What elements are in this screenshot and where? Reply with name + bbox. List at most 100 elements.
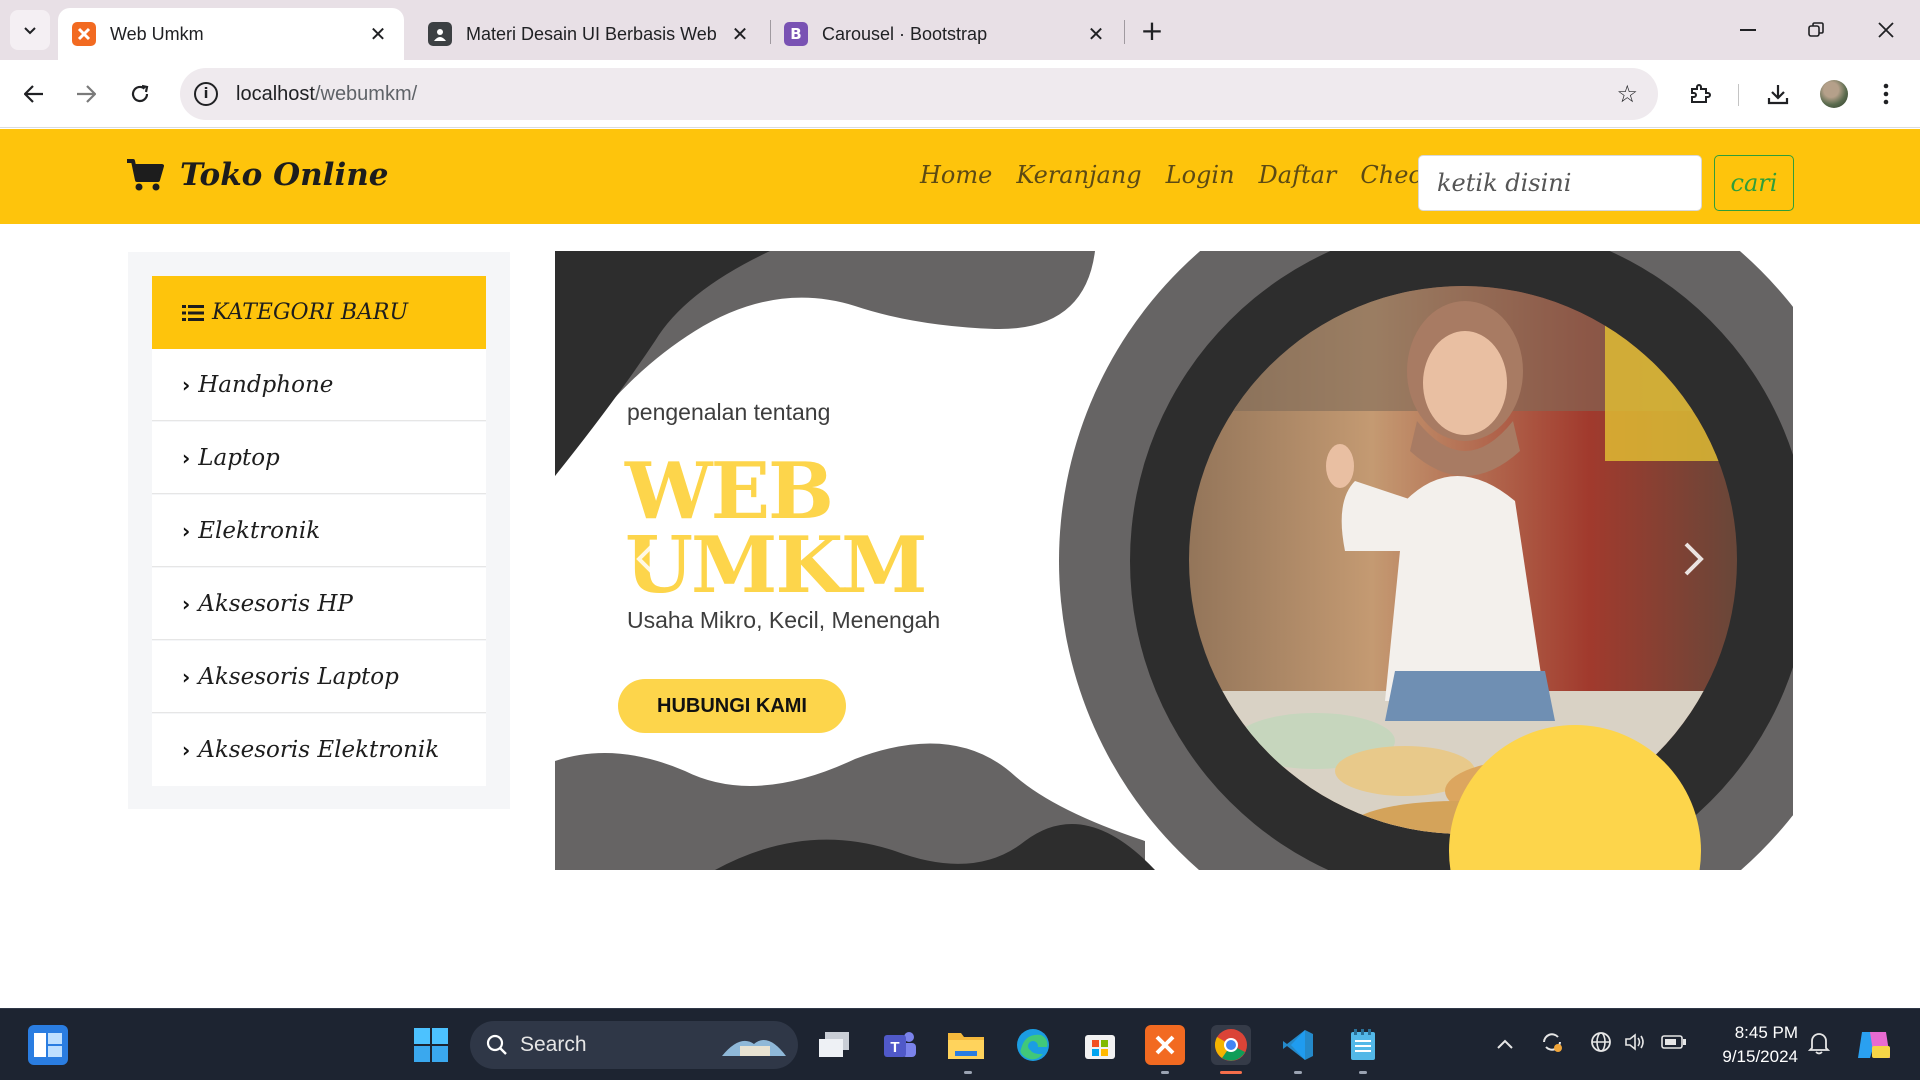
close-icon[interactable]: ✕ — [366, 22, 390, 46]
chevron-down-icon — [24, 27, 36, 35]
close-icon[interactable]: ✕ — [728, 22, 752, 46]
taskbar-search[interactable]: Search — [470, 1021, 798, 1069]
notepad-icon[interactable] — [1343, 1025, 1383, 1065]
shopping-cart-icon — [127, 159, 164, 191]
list-icon — [182, 304, 204, 321]
close-icon — [1878, 22, 1894, 38]
volume-icon[interactable] — [1624, 1031, 1648, 1058]
category-item-elektronik[interactable]: › Elektronik — [152, 495, 486, 567]
category-item-handphone[interactable]: › Handphone — [152, 349, 486, 421]
back-arrow-icon — [24, 85, 43, 103]
microsoft-store-icon[interactable] — [1080, 1025, 1120, 1065]
show-hidden-icons-chevron-up-icon[interactable] — [1496, 1031, 1514, 1055]
task-view-icon[interactable] — [814, 1025, 854, 1065]
bootstrap-icon: B — [784, 22, 808, 46]
search-highlight-icon — [722, 1040, 786, 1056]
category-item-label: Aksesoris Laptop — [198, 663, 399, 690]
tab-web-umkm[interactable]: Web Umkm ✕ — [58, 8, 404, 60]
forward-arrow-icon — [77, 85, 96, 103]
taskbar-search-label: Search — [520, 1033, 587, 1056]
category-item-aksesoris-elektronik[interactable]: › Aksesoris Elektronik — [152, 714, 486, 786]
clock-time: 8:45 PM — [1734, 1023, 1798, 1042]
category-item-aksesoris-hp[interactable]: › Aksesoris HP — [152, 568, 486, 640]
category-item-label: Aksesoris Elektronik — [198, 737, 440, 763]
tab-search-button[interactable] — [10, 10, 50, 50]
category-heading: KATEGORI BARU — [152, 276, 486, 349]
running-indicator — [1294, 1071, 1302, 1074]
reload-icon — [131, 84, 149, 103]
downloads-button[interactable] — [1758, 74, 1798, 114]
vscode-icon[interactable] — [1278, 1025, 1318, 1065]
category-item-label: Elektronik — [198, 517, 321, 544]
battery-icon[interactable] — [1660, 1031, 1688, 1058]
contact-us-button[interactable]: HUBUNGI KAMI — [618, 679, 846, 733]
reload-button[interactable] — [120, 74, 160, 114]
category-heading-label: KATEGORI BARU — [212, 300, 408, 325]
extensions-button[interactable] — [1680, 74, 1720, 114]
search-icon — [486, 1034, 507, 1055]
carousel-prev-button[interactable] — [635, 541, 665, 581]
close-window-button[interactable] — [1864, 12, 1908, 48]
hero-carousel: pengenalan tentang WEB UMKM Usaha Mikro,… — [555, 251, 1793, 870]
minimize-icon — [1740, 29, 1756, 31]
carousel-next-button[interactable] — [1683, 541, 1713, 581]
new-tab-button[interactable]: + — [1136, 14, 1168, 47]
site-info-icon[interactable]: i — [194, 82, 218, 106]
edge-icon[interactable] — [1013, 1025, 1053, 1065]
category-item-aksesoris-laptop[interactable]: › Aksesoris Laptop — [152, 641, 486, 713]
tab-title: Materi Desain UI Berbasis Web — [466, 23, 717, 44]
minimize-button[interactable] — [1726, 12, 1770, 48]
menu-button[interactable] — [1866, 74, 1906, 114]
tab-carousel-bootstrap[interactable]: B Carousel · Bootstrap ✕ — [770, 8, 1122, 60]
banner-tagline: Usaha Mikro, Kecil, Menengah — [627, 607, 941, 633]
teams-icon[interactable]: T — [880, 1025, 920, 1065]
brand-name: Toko Online — [180, 157, 389, 193]
back-button[interactable] — [14, 74, 54, 114]
tab-materi-desain[interactable]: Materi Desain UI Berbasis Web ✕ — [414, 8, 766, 60]
copilot-icon[interactable] — [1854, 1025, 1894, 1065]
kebab-menu-icon — [1883, 83, 1889, 105]
notification-bell-icon[interactable] — [1807, 1031, 1831, 1060]
system-clock[interactable]: 8:45 PM 9/15/2024 — [1706, 1021, 1798, 1069]
nav-home[interactable]: Home — [920, 161, 992, 189]
chrome-icon[interactable] — [1211, 1025, 1251, 1065]
search-input[interactable]: ketik disini — [1418, 155, 1702, 211]
xampp-icon — [72, 22, 96, 46]
tab-title: Web Umkm — [110, 23, 204, 44]
chevron-left-icon — [636, 542, 656, 576]
classroom-icon — [428, 22, 452, 46]
chevron-right-icon: › — [182, 372, 191, 397]
download-icon — [1767, 85, 1789, 105]
search-button[interactable]: cari — [1714, 155, 1794, 211]
start-icon[interactable] — [411, 1025, 451, 1065]
widgets-icon[interactable] — [28, 1025, 68, 1065]
tab-title: Carousel · Bootstrap — [822, 23, 988, 44]
chevron-right-icon: › — [182, 664, 191, 689]
nav-daftar[interactable]: Daftar — [1259, 161, 1337, 189]
file-explorer-icon[interactable] — [946, 1025, 986, 1065]
forward-button[interactable] — [66, 74, 106, 114]
nav-login[interactable]: Login — [1166, 161, 1235, 189]
close-icon[interactable]: ✕ — [1084, 22, 1108, 46]
network-globe-icon[interactable] — [1590, 1031, 1614, 1058]
xampp-taskbar-icon[interactable] — [1145, 1025, 1185, 1065]
running-indicator — [1359, 1071, 1367, 1074]
nav-links: Home Keranjang Login Daftar Checkout — [920, 161, 1500, 189]
site-brand[interactable]: Toko Online — [126, 157, 389, 193]
chevron-right-icon: › — [182, 591, 191, 616]
profile-avatar[interactable] — [1820, 80, 1848, 108]
browser-toolbar: i localhost/webumkm/ ☆ — [0, 60, 1920, 128]
toolbar-separator — [1738, 84, 1739, 106]
chevron-right-icon: › — [182, 738, 191, 762]
category-item-laptop[interactable]: › Laptop — [152, 422, 486, 494]
category-item-label: Aksesoris HP — [198, 590, 353, 617]
restore-icon — [1808, 22, 1824, 37]
restore-button[interactable] — [1794, 12, 1838, 48]
address-bar[interactable]: i localhost/webumkm/ ☆ — [180, 68, 1658, 120]
sync-icon[interactable] — [1540, 1031, 1564, 1058]
taskbar: Search T 8:45 PM 9/15/2024 — [0, 1008, 1920, 1080]
nav-keranjang[interactable]: Keranjang — [1016, 161, 1141, 189]
bookmark-star-icon[interactable]: ☆ — [1616, 80, 1638, 108]
category-sidebar: KATEGORI BARU › Handphone › Laptop › Elektr… — [128, 252, 510, 809]
site-navbar: Toko Online Home Keranjang Login Daftar … — [0, 129, 1920, 224]
